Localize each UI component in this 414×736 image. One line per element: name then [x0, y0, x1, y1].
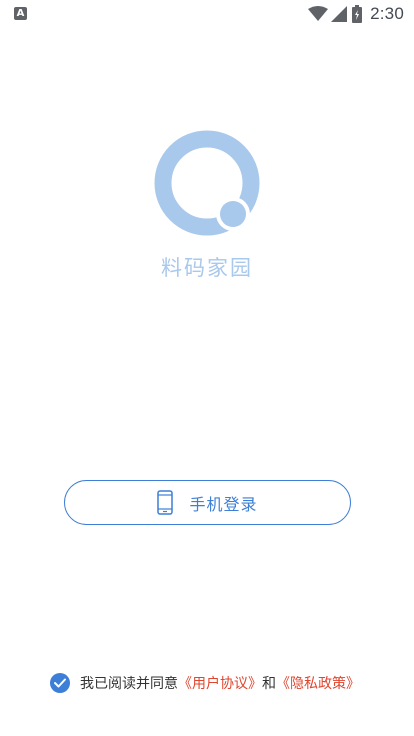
wifi-icon: [308, 6, 329, 22]
agreement-prefix: 我已阅读并同意: [80, 676, 178, 692]
phone-login-button[interactable]: 手机登录: [64, 480, 351, 525]
app-name: 料码家园: [161, 256, 253, 280]
status-indicators: 2:30: [308, 4, 404, 24]
phone-icon: [157, 490, 174, 515]
battery-icon: [352, 5, 363, 23]
cell-signal-icon: [331, 6, 348, 22]
user-agreement-link[interactable]: 《用户协议》: [178, 673, 262, 693]
phone-login-label: 手机登录: [189, 494, 258, 514]
status-time: 2:30: [370, 4, 404, 23]
agreement-row: 我已阅读并同意 《用户协议》 和 《隐私政策》: [50, 672, 360, 694]
status-bar: A 2:30: [0, 0, 414, 30]
check-icon: [54, 678, 66, 688]
privacy-policy-link[interactable]: 《隐私政策》: [276, 673, 360, 693]
agreement-and: 和: [262, 676, 276, 692]
agreement-checkbox[interactable]: [50, 673, 70, 693]
notification-icon: A: [14, 7, 27, 20]
app-logo: [150, 130, 265, 245]
